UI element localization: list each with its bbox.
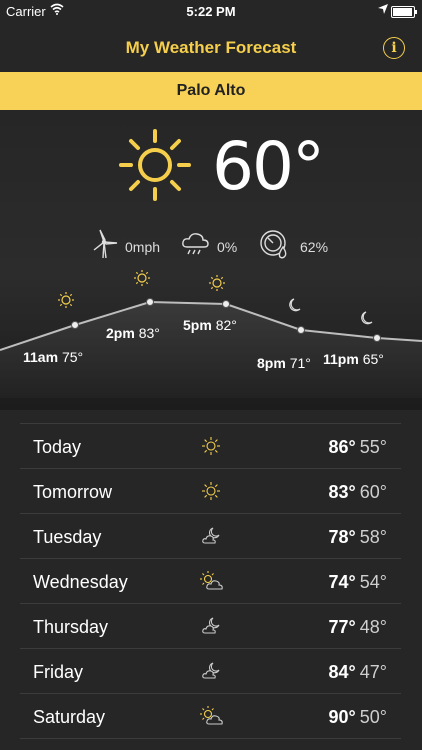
rain-cloud-icon bbox=[182, 233, 209, 255]
location-arrow-icon bbox=[378, 4, 388, 14]
high-temp: 86° bbox=[328, 437, 356, 457]
list-item[interactable]: Thursday 77° 48° bbox=[20, 604, 401, 649]
partly-cloudy-night-icon bbox=[202, 662, 220, 679]
hour-point bbox=[373, 334, 381, 342]
hour-point bbox=[297, 326, 305, 334]
battery-fill bbox=[393, 8, 412, 16]
day-name: Thursday bbox=[33, 617, 109, 637]
day-temperatures: 74° 54° bbox=[329, 572, 387, 593]
hour-label: 11pm 65° bbox=[323, 351, 384, 367]
hourly-temperature-chart bbox=[0, 270, 422, 398]
low-temp: 47° bbox=[359, 662, 387, 682]
high-temp: 78° bbox=[328, 527, 356, 547]
hour-label: 5pm 82° bbox=[183, 317, 237, 333]
partly-cloudy-night-icon bbox=[202, 527, 220, 544]
location-bar[interactable]: Palo Alto bbox=[0, 72, 422, 110]
hour-time: 11pm bbox=[323, 351, 359, 367]
high-temp: 74° bbox=[328, 572, 356, 592]
hour-label: 8pm 71° bbox=[257, 355, 311, 371]
clock-label: 5:22 PM bbox=[186, 4, 236, 19]
low-temp: 60° bbox=[359, 482, 387, 502]
daily-forecast-list: Today 86° 55° Tomorrow 83° 60° Tuesday 7… bbox=[20, 423, 401, 739]
humidity-stat: 62% bbox=[259, 229, 339, 259]
sun-icon bbox=[202, 482, 220, 500]
list-item[interactable]: Friday 84° 47° bbox=[20, 649, 401, 694]
wind-turbine-icon bbox=[93, 229, 118, 259]
moon-icon bbox=[361, 311, 373, 325]
day-temperatures: 86° 55° bbox=[329, 437, 387, 458]
precipitation-value: 0% bbox=[217, 239, 238, 255]
low-temp: 54° bbox=[359, 572, 387, 592]
day-temperatures: 78° 58° bbox=[329, 527, 387, 548]
hour-temp: 82° bbox=[215, 317, 237, 333]
low-temp: 55° bbox=[359, 437, 387, 457]
low-temp: 50° bbox=[359, 707, 387, 727]
sun-icon bbox=[119, 129, 191, 201]
high-temp: 83° bbox=[328, 482, 356, 502]
hour-point bbox=[222, 300, 230, 308]
sun-icon bbox=[58, 292, 74, 308]
day-temperatures: 84° 47° bbox=[329, 662, 387, 683]
list-item[interactable]: Today 86° 55° bbox=[20, 424, 401, 469]
day-temperatures: 83° 60° bbox=[329, 482, 387, 503]
list-item[interactable]: Wednesday 74° 54° bbox=[20, 559, 401, 604]
hour-time: 5pm bbox=[183, 317, 212, 333]
day-name: Tomorrow bbox=[33, 482, 113, 502]
hour-label: 2pm 83° bbox=[106, 325, 160, 341]
low-temp: 48° bbox=[359, 617, 387, 637]
day-name: Wednesday bbox=[33, 572, 128, 592]
sun-icon bbox=[209, 275, 225, 291]
humidity-value: 62% bbox=[300, 239, 329, 255]
day-name: Friday bbox=[33, 662, 84, 682]
low-temp: 58° bbox=[359, 527, 387, 547]
info-button[interactable]: i bbox=[383, 37, 405, 59]
humidity-gauge-icon bbox=[260, 230, 287, 259]
sun-icon bbox=[134, 270, 150, 286]
day-temperatures: 77° 48° bbox=[329, 617, 387, 638]
hour-temp: 75° bbox=[61, 349, 84, 365]
hour-point bbox=[71, 321, 79, 329]
hour-label: 11am 75° bbox=[23, 349, 83, 365]
high-temp: 90° bbox=[328, 707, 356, 727]
hour-temp: 71° bbox=[289, 355, 311, 371]
hour-time: 11am bbox=[23, 349, 59, 365]
list-item[interactable]: Saturday 90° 50° bbox=[20, 694, 401, 739]
wind-value: 0mph bbox=[125, 239, 161, 255]
hour-time: 8pm bbox=[257, 355, 286, 371]
day-name: Saturday bbox=[33, 707, 106, 727]
hour-temp: 65° bbox=[362, 351, 384, 367]
app-title: My Weather Forecast bbox=[125, 38, 297, 57]
day-name: Tuesday bbox=[33, 527, 102, 547]
day-name: Today bbox=[33, 437, 82, 457]
wind-stat: 0mph bbox=[92, 229, 172, 259]
list-item[interactable]: Tuesday 78° 58° bbox=[20, 514, 401, 559]
day-temperatures: 90° 50° bbox=[329, 707, 387, 728]
hour-time: 2pm bbox=[106, 325, 135, 341]
moon-icon bbox=[289, 298, 301, 312]
high-temp: 84° bbox=[328, 662, 356, 682]
sun-icon bbox=[202, 437, 220, 455]
hour-temp: 83° bbox=[138, 325, 160, 341]
hour-point bbox=[146, 298, 154, 306]
partly-cloudy-icon bbox=[200, 571, 223, 590]
precipitation-stat: 0% bbox=[181, 229, 251, 259]
battery-icon bbox=[391, 6, 417, 18]
partly-cloudy-icon bbox=[200, 706, 223, 725]
status-bar: Carrier 5:22 PM bbox=[0, 0, 422, 22]
partly-cloudy-night-icon bbox=[202, 617, 220, 634]
list-item[interactable]: Tomorrow 83° 60° bbox=[20, 469, 401, 514]
current-temperature: 60° bbox=[212, 128, 325, 205]
high-temp: 77° bbox=[328, 617, 356, 637]
